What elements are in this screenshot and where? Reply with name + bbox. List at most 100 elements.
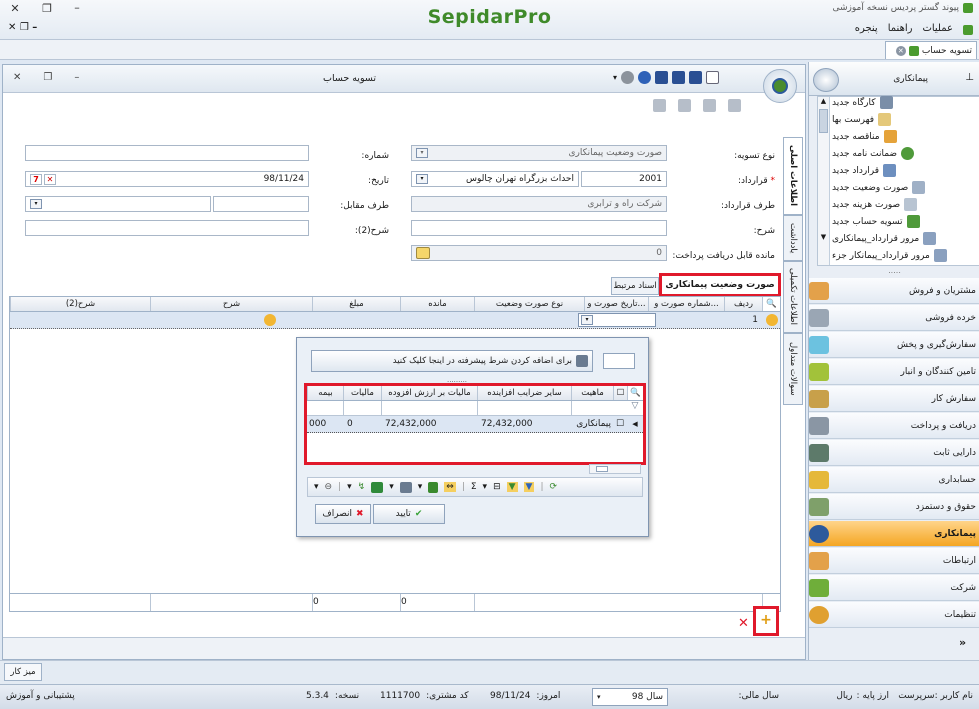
list-item[interactable]: صورت هزینه جدید <box>832 196 979 213</box>
fiscal-year-select[interactable]: سال 98 ▾ <box>592 688 668 706</box>
print-icon[interactable] <box>653 99 666 112</box>
col-statement-number[interactable]: شماره صورت و... <box>648 297 724 311</box>
search-icon[interactable]: 🔍 <box>762 297 780 311</box>
statement-number-editor[interactable]: ▾ <box>578 313 656 327</box>
nav-settings[interactable]: تنظیمات <box>809 602 979 628</box>
sum-icon[interactable]: Σ <box>471 482 477 492</box>
chevron-down-icon[interactable]: ▾ <box>30 199 42 209</box>
chevron-down-icon[interactable]: ▾ <box>389 482 394 492</box>
nav-suppliers[interactable]: تامین کنندگان و انبار <box>809 359 979 385</box>
list-item[interactable]: مرور قرارداد_پیمانکاری <box>832 230 979 247</box>
select-all-checkbox[interactable]: ☐ <box>613 386 627 400</box>
settings-icon[interactable] <box>621 71 635 84</box>
popup-search-field[interactable] <box>603 353 635 369</box>
new-icon[interactable] <box>706 71 720 84</box>
delete-icon[interactable]: ✕ <box>738 616 749 631</box>
chevron-down-icon[interactable]: ▾ <box>418 482 423 492</box>
nav-contracting[interactable]: پیمانکاری <box>809 521 979 547</box>
list-item[interactable]: ضمانت نامه جدید <box>832 145 979 162</box>
tab-related-docs[interactable]: اسناد مرتبط <box>611 277 659 295</box>
contract-code-field[interactable]: 2001 <box>581 171 667 187</box>
columns-icon[interactable] <box>428 481 439 493</box>
support-link[interactable]: پشتیبانی و آموزش <box>6 691 75 701</box>
table-row[interactable]: 1 ▾ <box>10 312 780 329</box>
nav-work-orders[interactable]: سفارش کار <box>809 386 979 412</box>
tab-progress-statements[interactable]: صورت وضعیت پیمانکاری <box>659 273 781 297</box>
side-tab-main[interactable]: اطلاعات اصلی <box>783 137 803 215</box>
col-tax[interactable]: مالیات <box>343 386 381 400</box>
col-other-coef[interactable]: سایر ضرایب افزاینده <box>477 386 571 400</box>
col-insurance[interactable]: بیمه <box>307 386 343 400</box>
col-statement-date[interactable]: تاریخ صورت و... <box>584 297 648 311</box>
group-icon[interactable]: ⊟ <box>493 482 501 492</box>
col-row[interactable]: ردیف <box>724 297 762 311</box>
number-field[interactable] <box>25 145 309 161</box>
tab-settlement[interactable]: ✕ تسویه حساب <box>885 41 977 59</box>
description2-field[interactable] <box>25 220 309 236</box>
reload-icon[interactable]: ⟳ <box>550 482 558 492</box>
list-item[interactable]: فهرست بها <box>832 111 979 128</box>
copy-icon[interactable] <box>703 99 716 112</box>
list-item[interactable]: مرور قرارداد_پیمانکار جزء <box>832 247 979 264</box>
help-icon[interactable] <box>638 71 652 84</box>
menu-window[interactable]: پنجره <box>855 23 878 35</box>
chevron-down-icon[interactable]: ▾ <box>581 315 593 325</box>
excel-icon[interactable] <box>371 481 384 493</box>
clear-icon[interactable]: ✕ <box>44 173 56 185</box>
vertical-scrollbar[interactable]: ▲ ▼ <box>818 97 830 265</box>
counter-party-select[interactable]: ▾ <box>25 196 211 212</box>
nav-company[interactable]: شرکت <box>809 575 979 601</box>
export-icon[interactable] <box>728 99 741 112</box>
col-amount[interactable]: مبلغ <box>312 297 400 311</box>
refresh-icon[interactable] <box>416 247 430 259</box>
chevron-down-icon[interactable]: ▾ <box>597 693 601 701</box>
chevron-down-icon[interactable]: ▾ <box>416 148 428 158</box>
desk-button[interactable]: میز کار <box>4 663 42 681</box>
col-statement-type[interactable]: نوع صورت وضعیت <box>474 297 584 311</box>
list-item[interactable]: کارگاه جدید <box>832 94 979 111</box>
nav-receipts[interactable]: دریافت و پرداخت <box>809 413 979 439</box>
save-as-icon[interactable] <box>672 71 686 84</box>
search-icon[interactable]: 🔍 <box>627 386 643 400</box>
expand-icon[interactable]: ⊖ <box>325 482 333 492</box>
nav-payroll[interactable]: حقوق و دستمزد <box>809 494 979 520</box>
chevron-down-icon[interactable]: ▾ <box>613 73 617 82</box>
calendar-icon[interactable]: 7 <box>30 173 42 185</box>
filter-clear-icon[interactable]: ▼ <box>523 482 535 492</box>
chevron-down-icon[interactable]: ▾ <box>483 482 488 492</box>
list-item[interactable]: صورت وضعیت جدید <box>832 179 979 196</box>
counter-party-name[interactable] <box>213 196 309 212</box>
list-item[interactable]: مناقصه جدید <box>832 128 979 145</box>
row-checkbox[interactable]: ☐ <box>613 419 627 429</box>
filter-icon[interactable]: ▼ <box>506 482 518 492</box>
col-description2[interactable]: شرح(2) <box>10 297 150 311</box>
close-tab-icon[interactable]: ✕ <box>895 45 906 56</box>
date-field[interactable]: 7 ✕ 98/11/24 <box>25 171 309 187</box>
restore-icon[interactable]: ❐ <box>43 72 52 83</box>
side-tab-faq[interactable]: سوالات متداول <box>783 333 803 405</box>
horizontal-scrollbar[interactable] <box>589 464 641 474</box>
col-vat[interactable]: مالیات بر ارزش افزوده <box>381 386 477 400</box>
advanced-filter-button[interactable]: برای اضافه کردن شرط پیشرفته در اینجا کلی… <box>311 350 593 372</box>
refresh-data-icon[interactable]: ↯ <box>358 482 366 492</box>
confirm-button[interactable]: ✔ تایید <box>373 504 445 524</box>
cancel-button[interactable]: ✖ انصراف <box>315 504 371 524</box>
nav-accounting[interactable]: حسابداری <box>809 467 979 493</box>
save-close-icon[interactable] <box>689 71 703 84</box>
close-icon[interactable]: ✕ <box>13 72 21 83</box>
table-row[interactable]: ◀ ☐ پیمانکاری 72,432,000 72,432,000 0 00… <box>307 416 643 433</box>
nav-sales[interactable]: مشتریان و فروش <box>809 278 979 304</box>
splitter[interactable]: ..... <box>809 267 979 275</box>
save-icon[interactable] <box>655 71 669 84</box>
filter-icon[interactable]: ▽ <box>627 401 643 415</box>
side-tab-extra[interactable]: اطلاعات تکمیلی <box>783 261 803 333</box>
col-description[interactable]: شرح <box>150 297 312 311</box>
pin-icon[interactable]: ⊥ <box>965 72 974 83</box>
fit-width-icon[interactable]: ⇔ <box>444 482 456 492</box>
nav-orders[interactable]: سفارش‌گیری و پخش <box>809 332 979 358</box>
contract-name-select[interactable]: احداث بزرگراه تهران چالوس ▾ <box>411 171 579 187</box>
col-balance[interactable]: مانده <box>400 297 474 311</box>
list-item[interactable]: قرارداد جدید <box>832 162 979 179</box>
description-field[interactable] <box>411 220 667 236</box>
side-tab-notes[interactable]: یادداشت <box>783 215 803 261</box>
